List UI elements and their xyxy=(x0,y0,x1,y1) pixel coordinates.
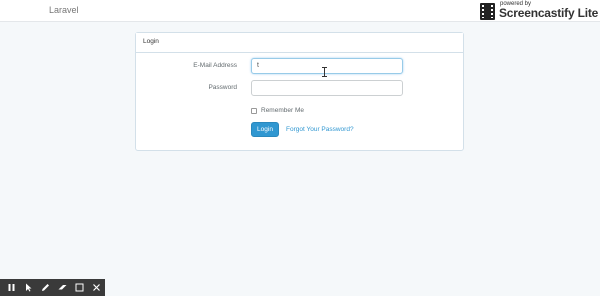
annotation-toolbar xyxy=(0,279,105,296)
remember-me-label[interactable]: Remember Me xyxy=(261,107,304,114)
pause-icon[interactable] xyxy=(3,279,20,296)
password-field[interactable] xyxy=(251,80,403,96)
login-button[interactable]: Login xyxy=(251,122,279,137)
rectangle-icon[interactable] xyxy=(71,279,88,296)
text-cursor-icon xyxy=(322,67,327,77)
film-icon xyxy=(480,3,495,20)
brand-link[interactable]: Laravel xyxy=(49,5,79,15)
navbar: Laravel powered by Screencastify Lite xyxy=(0,0,600,22)
highlighter-icon[interactable] xyxy=(54,279,71,296)
watermark-brand: Screencastify Lite xyxy=(499,6,599,20)
close-icon[interactable] xyxy=(88,279,105,296)
email-field[interactable]: t xyxy=(251,58,403,74)
pen-icon[interactable] xyxy=(37,279,54,296)
pointer-icon[interactable] xyxy=(20,279,37,296)
screencastify-watermark: powered by Screencastify Lite xyxy=(480,1,598,21)
forgot-password-link[interactable]: Forgot Your Password? xyxy=(286,126,354,133)
email-label: E-Mail Address xyxy=(193,62,237,69)
password-label: Password xyxy=(208,84,237,91)
panel-heading: Login xyxy=(136,33,463,53)
login-panel: Login E-Mail Address t Password Remember… xyxy=(135,32,464,151)
remember-me-checkbox[interactable] xyxy=(251,108,257,114)
email-value: t xyxy=(257,62,259,69)
